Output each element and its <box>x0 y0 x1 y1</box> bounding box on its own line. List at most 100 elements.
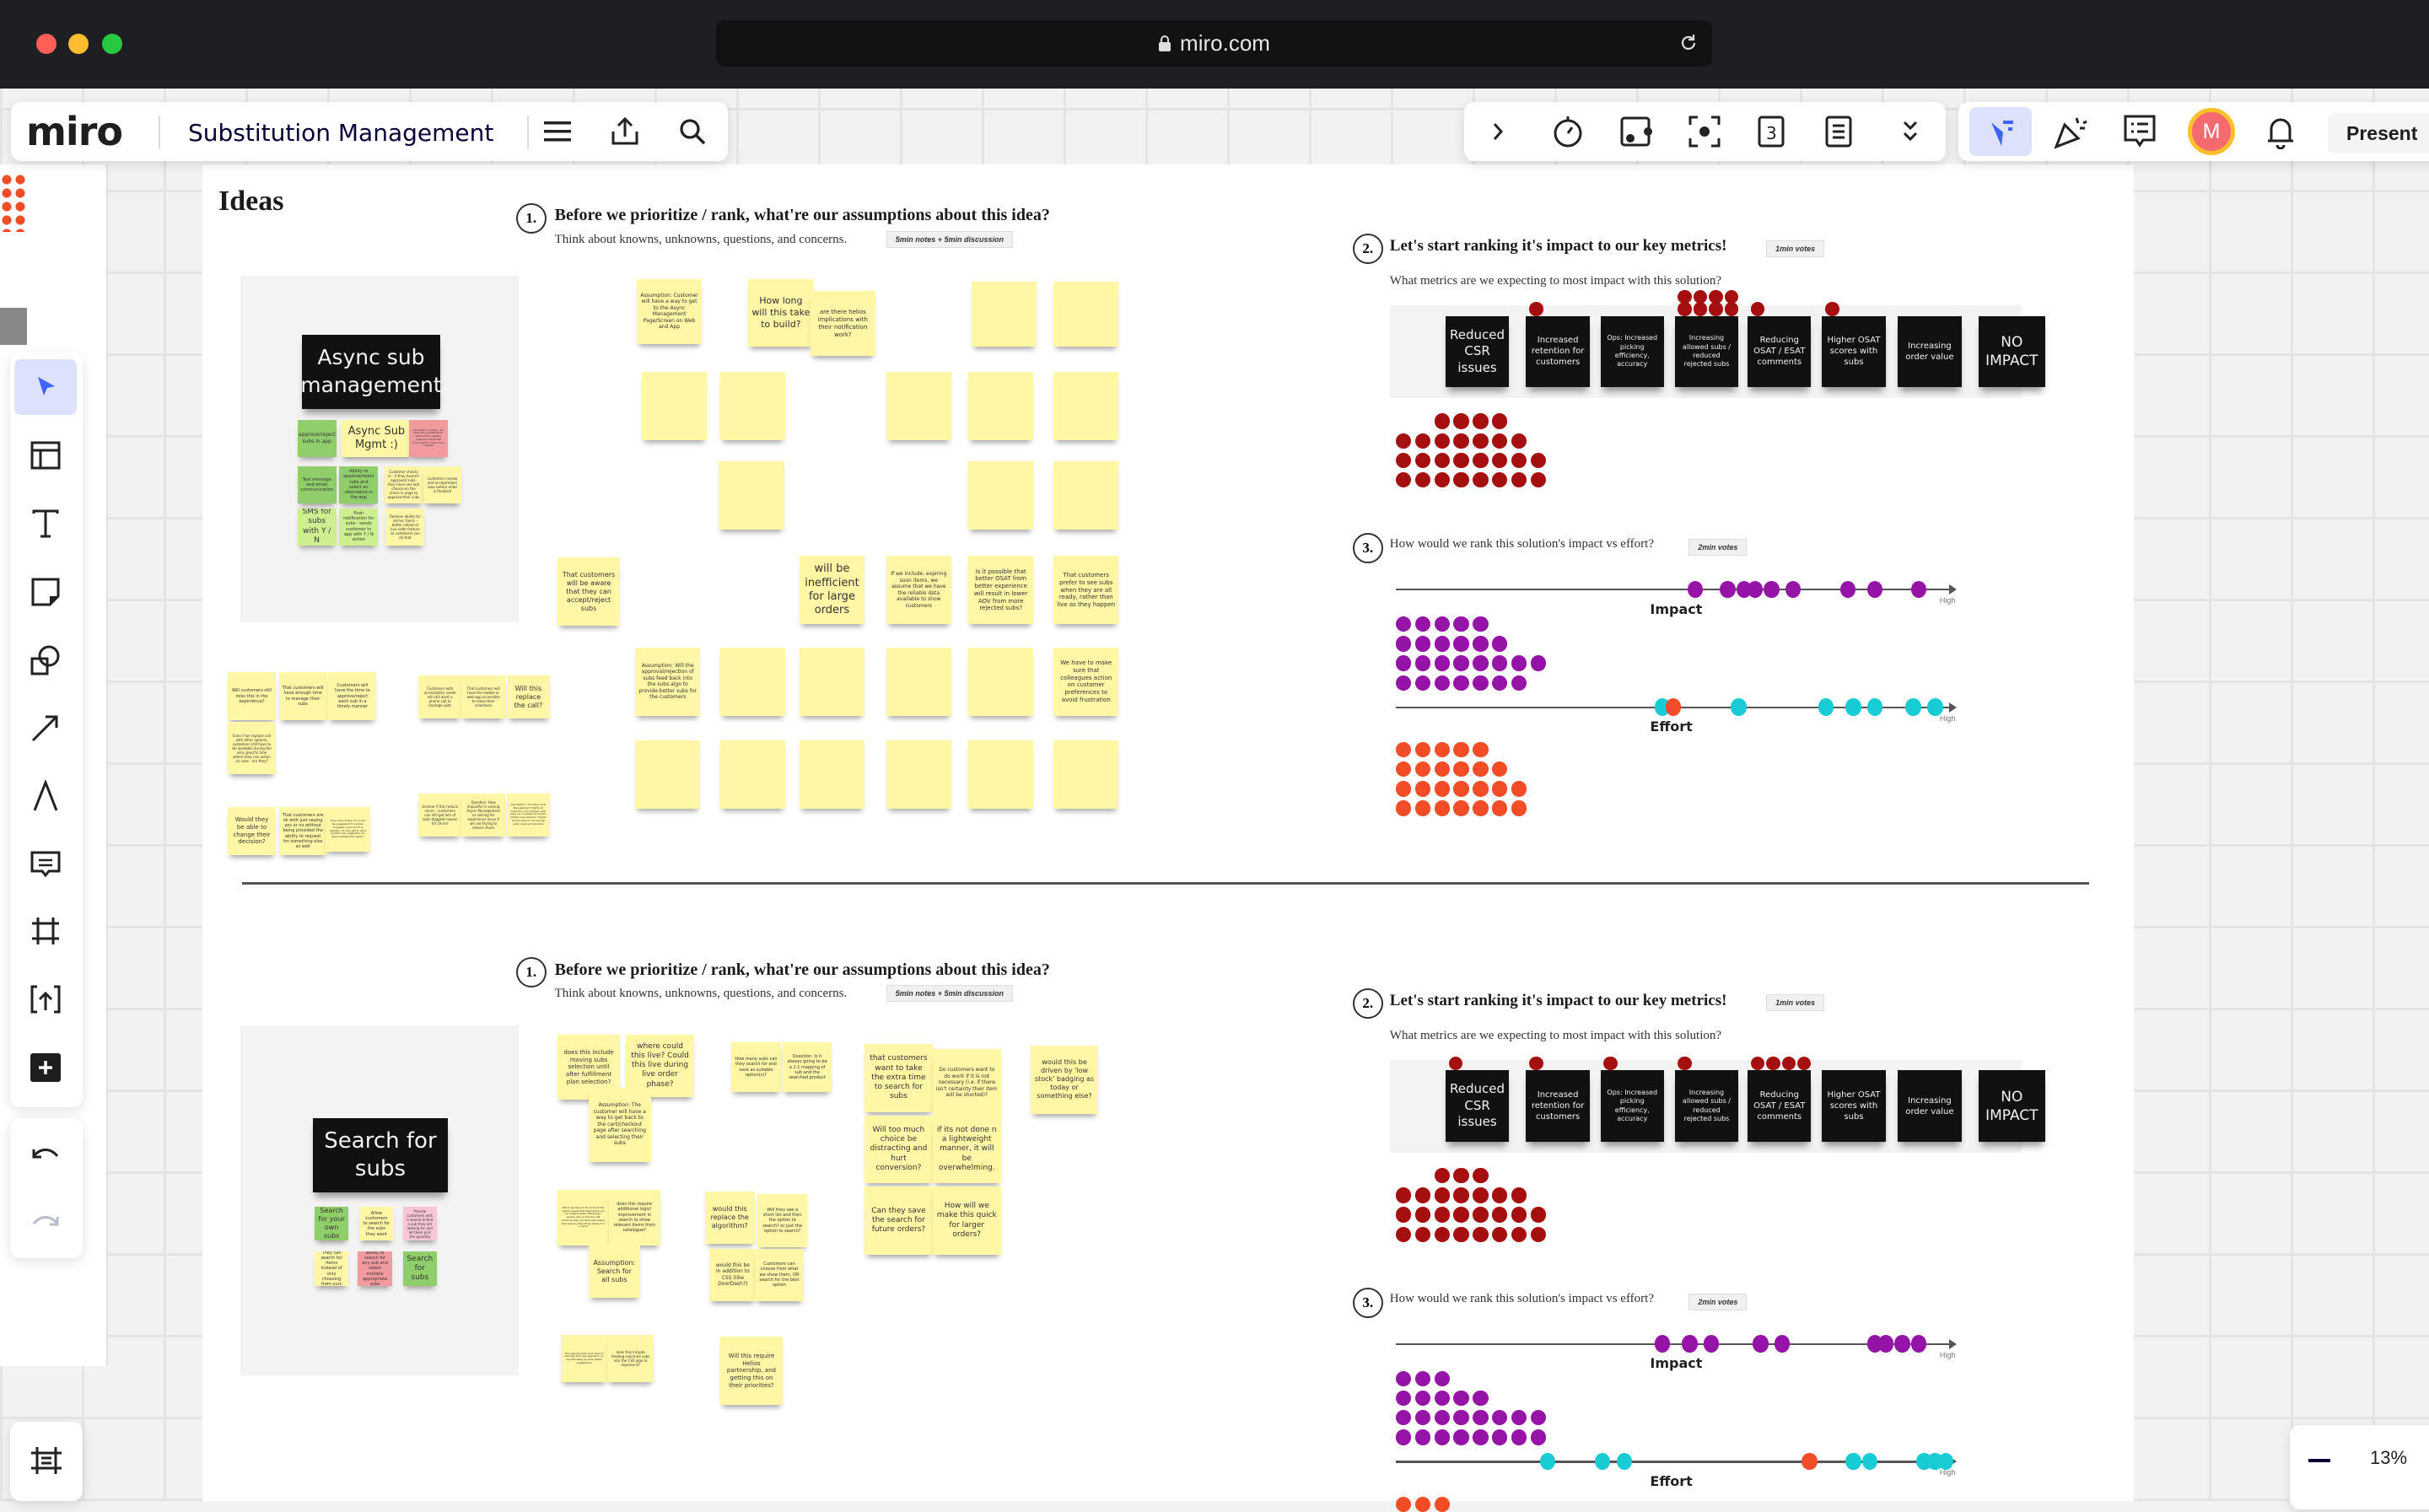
effort-vote-dot[interactable] <box>1802 1453 1818 1471</box>
sticky-note[interactable]: Assumption: The customer will have a way… <box>589 1087 651 1162</box>
metric-vote-dot[interactable] <box>1724 302 1739 316</box>
unused-impact-vote-dot[interactable] <box>1434 1370 1451 1387</box>
unused-impact-vote-dot[interactable] <box>1453 1410 1469 1426</box>
sticky-note[interactable]: Assumption: The Async Sub Management mig… <box>506 793 551 837</box>
metric-card[interactable]: Higher OSAT scores with subs <box>1822 1070 1886 1142</box>
unused-metric-vote-dot[interactable] <box>1453 1207 1469 1223</box>
unused-metric-vote-dot[interactable] <box>1434 1226 1451 1242</box>
sticky-note[interactable]: are there helios implications with their… <box>810 291 875 357</box>
unused-metric-vote-dot[interactable] <box>1453 433 1469 449</box>
sticky-note[interactable] <box>886 371 951 440</box>
unused-metric-vote-dot[interactable] <box>1414 433 1431 449</box>
sticky-note[interactable]: Customers can choose from what we show t… <box>754 1248 805 1302</box>
sticky-note[interactable]: Customers with accessibility needs will … <box>417 675 462 719</box>
sticky-note[interactable]: customers review and accept/reject subs … <box>423 465 462 503</box>
sticky-note[interactable] <box>886 647 951 716</box>
unused-metric-vote-dot[interactable] <box>1473 1187 1489 1203</box>
impact-vote-dot[interactable] <box>1747 580 1764 599</box>
unused-effort-vote-dot[interactable] <box>1396 800 1412 816</box>
impact-vote-dot[interactable] <box>1753 1335 1769 1353</box>
unused-impact-vote-dot[interactable] <box>1473 655 1489 671</box>
idea-title-card[interactable]: Search for subs <box>313 1118 448 1193</box>
unused-effort-vote-dot[interactable] <box>1414 800 1431 816</box>
sticky-note[interactable]: does this require additional logic/ impr… <box>608 1189 660 1246</box>
unused-effort-vote-dot[interactable] <box>1396 781 1412 797</box>
comments-icon[interactable] <box>2119 110 2161 153</box>
sticky-note[interactable]: Would they be able to change their decis… <box>228 807 276 855</box>
metric-vote-dot[interactable] <box>1529 1056 1543 1071</box>
metric-card[interactable]: Increasing order value <box>1898 315 1962 388</box>
impact-vote-dot[interactable] <box>1764 580 1780 599</box>
celebrate-icon[interactable] <box>2050 110 2092 153</box>
share-upload-icon[interactable] <box>604 110 646 153</box>
unused-impact-vote-dot[interactable] <box>1453 636 1469 652</box>
sticky-note[interactable] <box>968 647 1034 716</box>
unused-impact-vote-dot[interactable] <box>1396 1429 1412 1445</box>
effort-vote-dot[interactable] <box>1818 698 1834 716</box>
metric-card[interactable]: Increased retention for customers <box>1526 315 1590 388</box>
sticky-note[interactable] <box>1053 461 1119 530</box>
sticky-note[interactable]: approve/reject subs in app <box>297 419 337 457</box>
maximize-window-button[interactable] <box>102 34 122 54</box>
sticky-note[interactable]: If we include, expiring soon items, we a… <box>886 556 951 625</box>
sticky-note[interactable]: Push notification for subs - sends custo… <box>339 508 379 546</box>
effort-vote-dot[interactable] <box>1616 1453 1632 1471</box>
unused-effort-vote-dot[interactable] <box>1473 800 1489 816</box>
sticky-note[interactable]: Ability to approve/reject subs and selec… <box>339 465 379 503</box>
unused-metric-vote-dot[interactable] <box>1434 1207 1451 1223</box>
menu-icon[interactable] <box>536 110 579 153</box>
unused-effort-vote-dot[interactable] <box>1396 1496 1412 1512</box>
sticky-note[interactable] <box>641 371 707 440</box>
timer-icon[interactable] <box>1547 110 1589 153</box>
frame-tool[interactable] <box>14 903 77 959</box>
zoom-level[interactable]: 13% <box>2370 1447 2407 1469</box>
sticky-note[interactable] <box>635 740 701 809</box>
video-chat-icon[interactable] <box>1615 110 1657 153</box>
unused-impact-vote-dot[interactable] <box>1492 636 1508 652</box>
unused-impact-vote-dot[interactable] <box>1511 655 1527 671</box>
notifications-bell-icon[interactable] <box>2259 110 2302 153</box>
sticky-note[interactable]: Search for subs <box>402 1251 438 1286</box>
unused-metric-vote-dot[interactable] <box>1473 471 1489 488</box>
sticky-note[interactable]: Allow customers to search for the subs t… <box>359 1207 394 1241</box>
sticky-note[interactable]: that customers want to take the extra ti… <box>864 1044 933 1112</box>
unused-metric-vote-dot[interactable] <box>1511 433 1527 449</box>
unused-impact-vote-dot[interactable] <box>1434 655 1451 671</box>
unused-impact-vote-dot[interactable] <box>1434 675 1451 691</box>
metric-vote-dot[interactable] <box>1824 302 1839 316</box>
address-bar[interactable]: miro.com <box>716 20 1712 67</box>
unused-metric-vote-dot[interactable] <box>1511 1226 1527 1242</box>
metric-vote-dot[interactable] <box>1709 302 1723 316</box>
sticky-note[interactable]: How long will this take to build? <box>748 278 814 347</box>
metric-card[interactable]: Increasing allowed subs / reduced reject… <box>1674 315 1739 388</box>
sticky-note-tool[interactable] <box>14 564 77 620</box>
unused-effort-vote-dot[interactable] <box>1453 741 1469 758</box>
unused-metric-vote-dot[interactable] <box>1473 433 1489 449</box>
sticky-note[interactable]: Will this replace the call? <box>506 675 551 719</box>
unused-impact-vote-dot[interactable] <box>1473 1390 1489 1407</box>
unused-effort-vote-dot[interactable] <box>1434 781 1451 797</box>
present-button[interactable]: Present <box>2328 113 2429 153</box>
sticky-note[interactable]: Even if we replace call with other optio… <box>228 722 276 775</box>
sticky-note[interactable]: if its not done n a lightweight manner, … <box>932 1115 1001 1184</box>
metric-vote-dot[interactable] <box>1709 289 1723 304</box>
miro-logo[interactable]: miro <box>26 109 123 154</box>
close-window-button[interactable] <box>36 34 57 54</box>
impact-vote-dot[interactable] <box>1687 580 1703 599</box>
unused-metric-vote-dot[interactable] <box>1414 1207 1431 1223</box>
sticky-note[interactable]: Will this require Helios partnership, an… <box>720 1337 783 1406</box>
effort-vote-dot[interactable] <box>1845 698 1861 716</box>
metric-card[interactable]: NO IMPACT <box>1978 1070 2045 1142</box>
sticky-note[interactable]: Customer checks in - if they haven't app… <box>384 465 423 503</box>
effort-vote-dot[interactable] <box>1867 698 1883 716</box>
unused-metric-vote-dot[interactable] <box>1530 1207 1546 1223</box>
sticky-note[interactable]: would this be driven by 'low stock' badg… <box>1030 1045 1099 1114</box>
impact-vote-dot[interactable] <box>1704 1335 1720 1353</box>
impact-vote-dot[interactable] <box>1877 1335 1894 1353</box>
impact-vote-dot[interactable] <box>1839 580 1856 599</box>
effort-vote-dot[interactable] <box>1927 698 1943 716</box>
impact-vote-dot[interactable] <box>1894 1335 1910 1353</box>
metric-card[interactable]: Increased retention for customers <box>1526 1070 1590 1142</box>
effort-vote-dot[interactable] <box>1861 1453 1877 1471</box>
unused-impact-vote-dot[interactable] <box>1473 636 1489 652</box>
